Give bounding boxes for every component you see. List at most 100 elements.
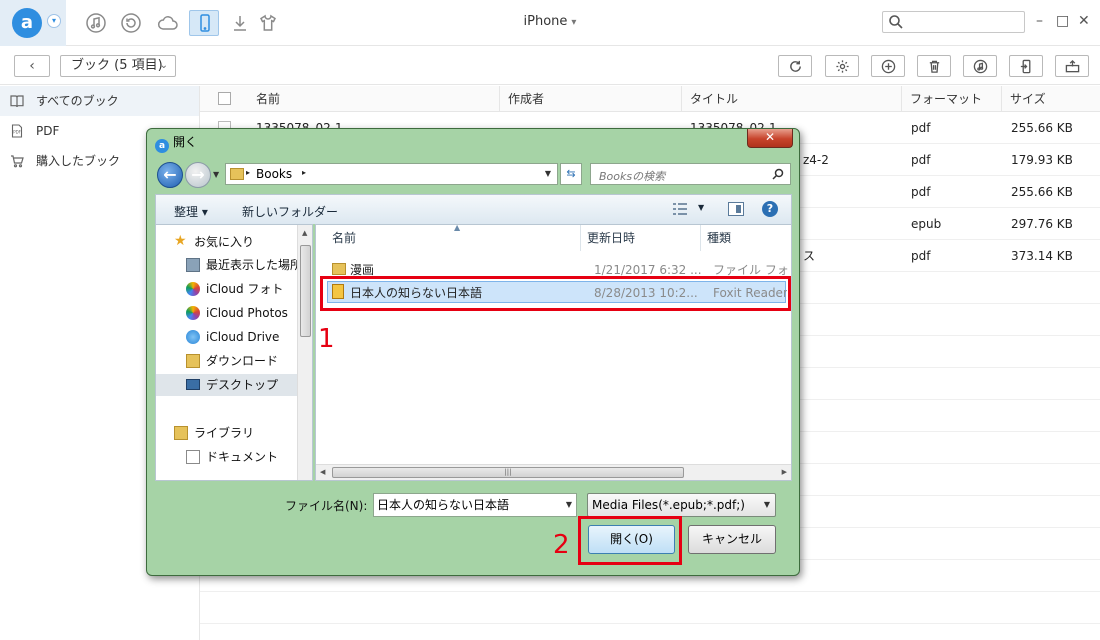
settings-icon [836,60,849,73]
category-dropdown[interactable]: ブック (5 項目) ⌄ [60,55,176,77]
address-bar[interactable]: ▸ Books ▸ ▼ [225,163,558,185]
new-folder-button[interactable]: 新しいフォルダー [242,203,338,220]
scroll-left-icon[interactable]: ◀ [320,468,325,476]
annotation-highlight-file [320,276,791,311]
refresh-button[interactable] [778,55,812,77]
settings-button[interactable] [825,55,859,77]
select-all-checkbox[interactable] [218,92,231,105]
view-options-icon[interactable] [672,202,688,216]
to-itunes-button[interactable] [963,55,997,77]
search-icon [772,168,784,180]
book-icon [10,95,24,108]
file-column-type[interactable]: 種類 [701,225,791,251]
cell-title: z4-2 [803,153,829,167]
column-header-size[interactable]: サイズ [1002,86,1100,112]
phone-icon[interactable] [189,10,219,36]
nav-item-icloud-photos[interactable]: iCloud Photos [156,302,298,324]
sidebar-item-all-books[interactable]: すべてのブック [0,86,199,116]
organize-button[interactable]: 整理 ▾ [174,203,208,220]
cart-icon [11,155,24,168]
dialog-close-button[interactable]: ✕ [747,129,793,148]
chevron-down-icon[interactable]: ▼ [698,203,704,212]
navigation-scrollbar[interactable]: ▲ [297,225,312,480]
preview-pane-icon[interactable] [728,202,744,216]
cell-title: ス [803,249,816,263]
filename-label: ファイル名(N): [285,499,368,513]
column-header-format[interactable]: フォーマット [902,86,1002,112]
add-button[interactable] [871,55,905,77]
nav-item-label: iCloud Photos [206,306,288,320]
back-button[interactable]: ‹ [14,55,50,77]
pdf-icon: PDF [11,124,23,138]
cloud-icon[interactable] [156,11,180,35]
nav-item-downloads[interactable]: ダウンロード [156,350,298,372]
search-placeholder: Booksの検索 [599,170,666,183]
delete-button[interactable] [917,55,951,77]
forward-arrow-icon[interactable]: → [185,162,211,188]
scroll-up-icon[interactable]: ▲ [302,229,307,237]
nav-item-label: ライブラリ [194,426,255,440]
nav-item-label: お気に入り [194,235,255,249]
nav-item-icloud-photos-ja[interactable]: iCloud フォト [156,278,298,300]
maximize-icon[interactable]: □ [1056,13,1069,29]
file-list-scrollbar[interactable]: ◀ ||| ▶ [316,464,791,480]
download-icon[interactable] [228,11,252,35]
refresh-address-button[interactable]: ⇆ [560,163,582,185]
column-header-name[interactable]: 名前 [248,86,500,112]
minimize-icon[interactable]: – [1036,13,1043,29]
search-input[interactable] [882,11,1025,33]
file-column-date[interactable]: 更新日時 [581,225,701,251]
dialog-search-input[interactable]: Booksの検索 [590,163,791,185]
file-column-name[interactable]: 名前 [316,225,581,251]
nav-item-favorites[interactable]: ★ お気に入り [156,231,298,253]
app-logo[interactable]: a ▾ [0,0,66,46]
nav-item-icloud-drive[interactable]: iCloud Drive [156,326,298,348]
column-header-title[interactable]: タイトル [682,86,902,112]
chevron-down-icon[interactable]: ▼ [566,494,572,516]
cell-size: 179.93 KB [1011,153,1073,167]
help-icon[interactable]: ? [762,201,778,217]
desktop-icon [186,379,200,390]
column-header-author[interactable]: 作成者 [500,86,682,112]
nav-item-desktop[interactable]: デスクトップ [156,374,298,396]
nav-item-recent-places[interactable]: 最近表示した場所 [156,254,302,276]
to-device-button[interactable] [1009,55,1043,77]
filename-input[interactable]: 日本人の知らない日本語 ▼ [373,493,577,517]
dialog-title: a 開く [155,133,197,153]
search-icon [889,15,903,29]
to-computer-button[interactable] [1055,55,1089,77]
chevron-down-icon: ▾ [571,17,577,28]
nav-item-label: 最近表示した場所 [206,258,303,272]
downloads-icon [186,354,200,368]
breadcrumb-separator-icon: ▸ [246,168,251,177]
filetype-select[interactable]: Media Files(*.epub;*.pdf;) ▼ [587,493,776,517]
to-device-icon [1020,59,1031,74]
folder-icon [332,263,346,275]
device-selector[interactable]: iPhone ▾ [500,14,600,29]
nav-item-library[interactable]: ライブラリ [156,422,298,444]
tshirt-icon[interactable] [256,11,280,35]
table-row-empty [200,592,1100,624]
delete-icon [929,60,940,73]
filetype-value: Media Files(*.epub;*.pdf;) [592,498,745,512]
chevron-down-icon[interactable]: ▼ [545,169,551,178]
cell-size: 297.76 KB [1011,217,1073,231]
close-icon[interactable]: ✕ [1078,13,1090,29]
category-label: ブック (5 項目) [71,58,163,73]
scrollbar-thumb[interactable] [300,245,311,337]
cancel-button[interactable]: キャンセル [688,525,776,554]
icloud-photos-icon [186,306,200,320]
nav-item-documents[interactable]: ドキュメント [156,446,298,468]
navigation-pane: ★ お気に入り 最近表示した場所 iCloud フォト iCloud Photo… [155,224,313,481]
recent-locations-dropdown[interactable]: ▼ [213,170,219,179]
app-titlebar: a ▾ iPhone ▾ – □ ✕ [0,0,1100,46]
chevron-down-icon[interactable]: ▾ [47,14,61,28]
music-icon[interactable] [84,11,108,35]
recent-places-icon [186,258,200,272]
device-title: iPhone [523,14,568,29]
scrollbar-thumb[interactable]: ||| [332,467,684,478]
scroll-right-icon[interactable]: ▶ [782,468,787,476]
restore-icon[interactable] [119,11,143,35]
back-arrow-icon[interactable]: ← [157,162,183,188]
file-list-pane: 名前 ▲ 更新日時 種類 漫画 1/21/2017 6:32 ... ファイル … [315,224,792,481]
